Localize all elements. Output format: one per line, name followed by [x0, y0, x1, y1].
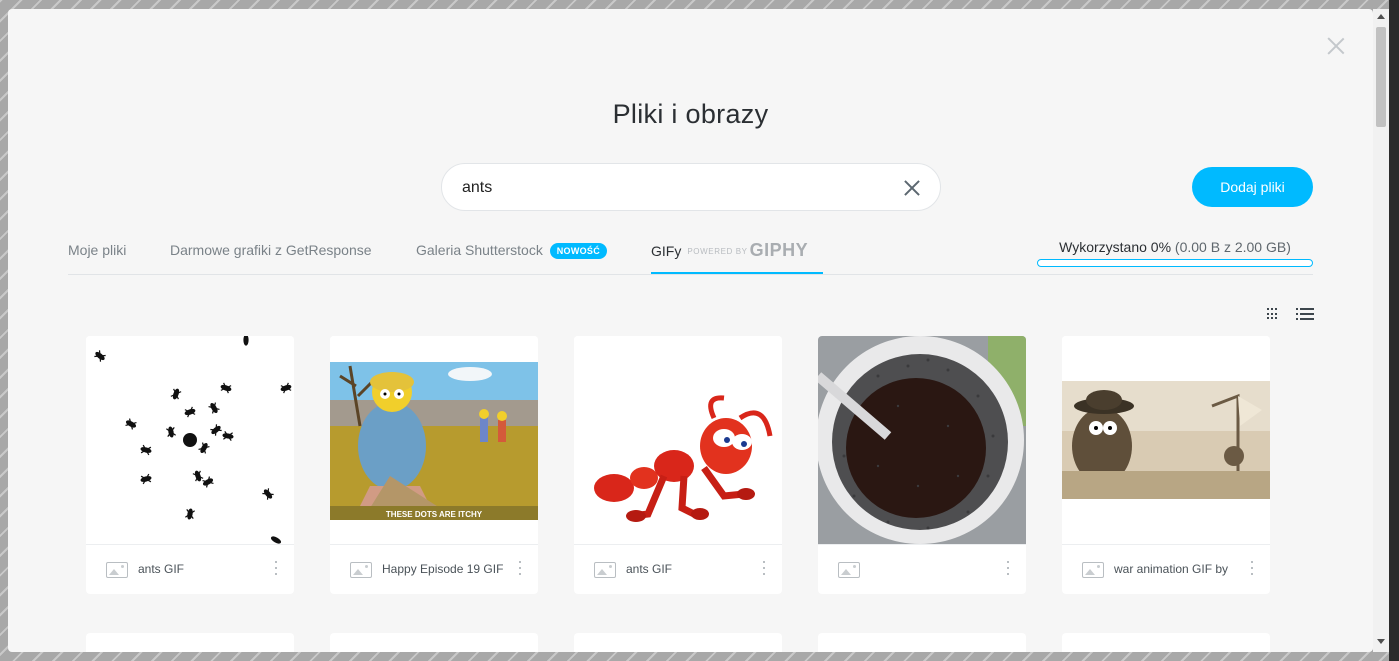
gif-card[interactable] [818, 633, 1026, 652]
gif-card[interactable] [330, 633, 538, 652]
search-box[interactable] [441, 163, 941, 211]
scrollbar[interactable] [1373, 9, 1389, 652]
gif-thumbnail[interactable] [818, 336, 1026, 544]
card-label: war animation GIF by [1114, 562, 1229, 576]
gif-thumbnail[interactable] [574, 336, 782, 544]
tab-my-files[interactable]: Moje pliki [68, 242, 126, 258]
gif-card[interactable]: ants GIF [86, 336, 294, 594]
gif-card[interactable] [574, 633, 782, 652]
card-footer: ants GIF [574, 544, 782, 594]
card-label: Happy Episode 19 GIF [382, 562, 504, 576]
new-badge: NOWOŚĆ [549, 243, 608, 259]
image-icon [350, 562, 372, 578]
image-icon [1082, 562, 1104, 578]
gif-card[interactable] [1062, 633, 1270, 652]
tab-label: Moje pliki [68, 242, 127, 258]
image-icon [594, 562, 616, 578]
usage-detail: (0.00 B z 2.00 GB) [1174, 239, 1291, 255]
card-footer: Happy Episode 19 GIF [330, 544, 538, 594]
card-footer: ants GIF [86, 544, 294, 594]
more-options-icon[interactable] [761, 559, 767, 577]
image-icon [106, 562, 128, 578]
gif-thumbnail[interactable] [86, 336, 294, 544]
gif-card[interactable] [818, 336, 1026, 594]
close-icon[interactable] [1327, 37, 1345, 55]
clear-icon[interactable] [902, 178, 922, 198]
card-footer [818, 544, 1026, 594]
card-label: ants GIF [626, 562, 673, 576]
tab-label: Galeria Shutterstock [416, 242, 543, 258]
powered-by-text: POWERED BY [687, 247, 748, 256]
grid-view-icon[interactable] [1266, 307, 1280, 321]
list-view-icon[interactable] [1296, 307, 1314, 321]
gif-caption: THESE DOTS ARE ITCHY [386, 510, 483, 519]
tab-label: GIFy [651, 243, 682, 259]
active-tab-indicator [651, 272, 823, 274]
giphy-logo: GIPHY [749, 240, 809, 260]
more-options-icon[interactable] [517, 559, 523, 577]
gif-card[interactable]: war animation GIF by [1062, 336, 1270, 594]
scroll-up-arrow-icon[interactable] [1377, 14, 1385, 19]
gif-card[interactable]: THESE DOTS ARE ITCHY Happy Episode 19 GI… [330, 336, 538, 594]
image-icon [838, 562, 860, 578]
storage-usage: Wykorzystano 0% (0.00 B z 2.00 GB) [1037, 239, 1313, 255]
tab-label: Darmowe grafiki z GetResponse [170, 242, 372, 258]
more-options-icon[interactable] [1249, 559, 1255, 577]
tab-shutterstock[interactable]: Galeria Shutterstock NOWOŚĆ [416, 242, 608, 259]
scroll-thumb[interactable] [1376, 27, 1386, 127]
search-input[interactable] [462, 176, 882, 200]
more-options-icon[interactable] [1005, 559, 1011, 577]
gif-card[interactable] [86, 633, 294, 652]
usage-progress-bar [1037, 259, 1313, 267]
files-modal: Pliki i obrazy Dodaj pliki Moje pliki Da… [8, 9, 1373, 652]
modal-title: Pliki i obrazy [612, 99, 769, 129]
gif-thumbnail[interactable] [1062, 336, 1270, 544]
card-footer: war animation GIF by [1062, 544, 1270, 594]
gif-card[interactable]: ants GIF [574, 336, 782, 594]
scroll-down-arrow-icon[interactable] [1377, 639, 1385, 644]
usage-label: Wykorzystano 0% [1059, 239, 1172, 255]
gif-thumbnail[interactable]: THESE DOTS ARE ITCHY [330, 336, 538, 544]
card-label: ants GIF [138, 562, 185, 576]
tabs-divider [68, 274, 1313, 275]
add-files-button[interactable]: Dodaj pliki [1192, 167, 1313, 207]
tab-free-graphics[interactable]: Darmowe grafiki z GetResponse [170, 242, 372, 258]
more-options-icon[interactable] [273, 559, 279, 577]
page-backdrop-edge [1389, 0, 1399, 661]
tab-gifs[interactable]: GIFy POWERED BY GIPHY [651, 240, 808, 261]
